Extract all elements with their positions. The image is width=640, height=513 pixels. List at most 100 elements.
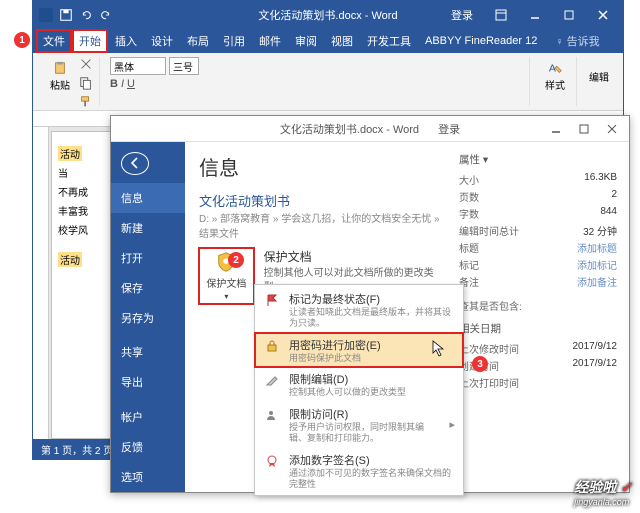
doc-line: 校学风 <box>58 222 118 237</box>
prop-key: 编辑时间总计 <box>459 223 519 238</box>
sidebar-item-info[interactable]: 信息 <box>111 183 185 213</box>
bs-close-icon[interactable] <box>599 119 625 139</box>
protect-document-button[interactable]: 保护文档 ▾ <box>199 248 254 304</box>
copy-icon[interactable] <box>79 76 93 93</box>
prop-key: 上次打印时间 <box>459 375 519 390</box>
properties-panel: 属性 ▾ 大小16.3KB页数2字数844编辑时间总计32 分钟标题添加标题标记… <box>459 152 617 482</box>
tab-review[interactable]: 审阅 <box>289 30 323 52</box>
ribbon-options-icon[interactable] <box>485 4 517 26</box>
sidebar-item-export[interactable]: 导出 <box>111 367 185 397</box>
info-heading: 信息 <box>199 152 449 181</box>
prop-value: 2017/9/12 <box>573 358 618 373</box>
close-icon[interactable] <box>587 4 619 26</box>
prop-value: 2017/9/12 <box>573 341 618 356</box>
prop-value: 32 分钟 <box>583 223 617 238</box>
tell-me[interactable]: ♀ 告诉我 <box>551 30 603 52</box>
tab-references[interactable]: 引用 <box>217 30 251 52</box>
paste-button[interactable]: 粘贴 <box>45 57 75 95</box>
ribbon-group-styles: A 样式 <box>534 57 577 106</box>
sidebar-item-saveas[interactable]: 另存为 <box>111 303 185 333</box>
prop-key: 标记 <box>459 257 479 272</box>
sidebar-item-open[interactable]: 打开 <box>111 243 185 273</box>
flag-icon <box>263 291 281 309</box>
bold-icon[interactable]: B <box>110 78 118 90</box>
italic-icon[interactable]: I <box>121 78 124 90</box>
tab-home[interactable]: 开始 <box>73 30 107 52</box>
svg-text:A: A <box>549 62 556 74</box>
sidebar-item-options[interactable]: 选项 <box>111 462 185 492</box>
menu-item-mark-final[interactable]: 标记为最终状态(F)让读者知晓此文档是最终版本，并将其设为只读。 <box>255 287 463 333</box>
watermark: 经验啦✓ jingyanla.com <box>574 477 632 507</box>
tab-design[interactable]: 设计 <box>145 30 179 52</box>
redo-icon[interactable] <box>99 8 113 22</box>
prop-key: 字数 <box>459 206 479 221</box>
properties-header[interactable]: 属性 ▾ <box>459 152 617 167</box>
menu-title: 限制编辑(D) <box>289 371 406 387</box>
backstage-titlebar: 文化活动策划书.docx - Word 登录 <box>111 116 629 142</box>
doc-line: 当 <box>58 165 118 180</box>
maximize-icon[interactable] <box>553 4 585 26</box>
sidebar-item-share[interactable]: 共享 <box>111 337 185 367</box>
login-link[interactable]: 登录 <box>451 7 473 23</box>
tab-mailings[interactable]: 邮件 <box>253 30 287 52</box>
font-size-combo[interactable]: 三号 <box>169 57 199 75</box>
menu-title: 标记为最终状态(F) <box>289 291 455 307</box>
menu-title: 限制访问(R) <box>289 406 441 422</box>
styles-button[interactable]: A 样式 <box>540 57 570 95</box>
cut-icon[interactable] <box>79 57 93 74</box>
font-group-label <box>110 95 523 106</box>
protect-document-menu: 标记为最终状态(F)让读者知晓此文档是最终版本，并将其设为只读。 用密码进行加密… <box>254 284 464 496</box>
backstage-login[interactable]: 登录 <box>438 124 460 136</box>
minimize-icon[interactable] <box>519 4 551 26</box>
ribbon-group-editing: 编辑 <box>581 57 617 106</box>
menu-item-digital-signature[interactable]: 添加数字签名(S)通过添加不可见的数字签名来确保文档的完整性 <box>255 448 463 494</box>
undo-icon[interactable] <box>79 8 93 22</box>
back-icon[interactable] <box>121 152 149 175</box>
callout-3: 3 <box>472 356 488 372</box>
page-indicator[interactable]: 第 1 页，共 2 页 <box>41 442 113 457</box>
font-name-combo[interactable]: 黑体 <box>110 57 166 75</box>
tab-layout[interactable]: 布局 <box>181 30 215 52</box>
editing-button[interactable]: 编辑 <box>587 57 611 95</box>
pencil-lock-icon <box>263 371 281 389</box>
prop-value[interactable]: 添加标记 <box>577 257 617 272</box>
sidebar-item-feedback[interactable]: 反馈 <box>111 432 185 462</box>
tab-developer[interactable]: 开发工具 <box>361 30 417 52</box>
tab-file[interactable]: 文件 <box>37 30 71 52</box>
window-title: 文化活动策划书.docx - Word <box>258 7 397 23</box>
ribbon-group-font: 黑体 三号 B I U <box>104 57 530 106</box>
backstage-sidebar: 信息 新建 打开 保存 另存为 共享 导出 帐户 反馈 选项 <box>111 142 185 492</box>
titlebar: 文化活动策划书.docx - Word 登录 <box>33 1 623 29</box>
submenu-arrow-icon: ▸ <box>449 418 455 431</box>
prop-value[interactable]: 添加标题 <box>577 240 617 255</box>
underline-icon[interactable]: U <box>127 78 135 90</box>
prop-value[interactable]: 添加备注 <box>577 274 617 289</box>
prop-value: 844 <box>600 206 617 221</box>
check-contains-label: 查其是否包含: <box>459 298 617 313</box>
styles-group-label <box>540 95 570 106</box>
property-row: 字数 844 <box>459 205 617 222</box>
tab-view[interactable]: 视图 <box>325 30 359 52</box>
lock-icon <box>263 337 281 355</box>
bs-maximize-icon[interactable] <box>571 119 597 139</box>
tab-abbyy[interactable]: ABBYY FineReader 12 <box>419 32 543 50</box>
doc-heading: 活动 <box>58 146 82 161</box>
save-icon[interactable] <box>59 8 73 22</box>
people-lock-icon <box>263 406 281 424</box>
menu-item-restrict-editing[interactable]: 限制编辑(D)控制其他人可以做的更改类型 <box>255 367 463 402</box>
editing-label: 编辑 <box>589 69 609 84</box>
property-row: 编辑时间总计 32 分钟 <box>459 222 617 239</box>
sidebar-item-save[interactable]: 保存 <box>111 273 185 303</box>
tab-insert[interactable]: 插入 <box>109 30 143 52</box>
format-painter-icon[interactable] <box>79 95 93 112</box>
bs-minimize-icon[interactable] <box>543 119 569 139</box>
info-doc-title: 文化活动策划书 <box>199 191 449 210</box>
menu-title: 添加数字签名(S) <box>289 452 455 468</box>
sidebar-item-new[interactable]: 新建 <box>111 213 185 243</box>
menu-title: 用密码进行加密(E) <box>289 337 381 353</box>
sidebar-item-account[interactable]: 帐户 <box>111 402 185 432</box>
menu-item-restrict-access[interactable]: 限制访问(R)授予用户访问权限，同时限制其编辑、复制和打印能力。 ▸ <box>255 402 463 448</box>
prop-key: 页数 <box>459 189 479 204</box>
doc-line: 不再成 <box>58 184 118 199</box>
menu-desc: 控制其他人可以做的更改类型 <box>289 387 406 398</box>
